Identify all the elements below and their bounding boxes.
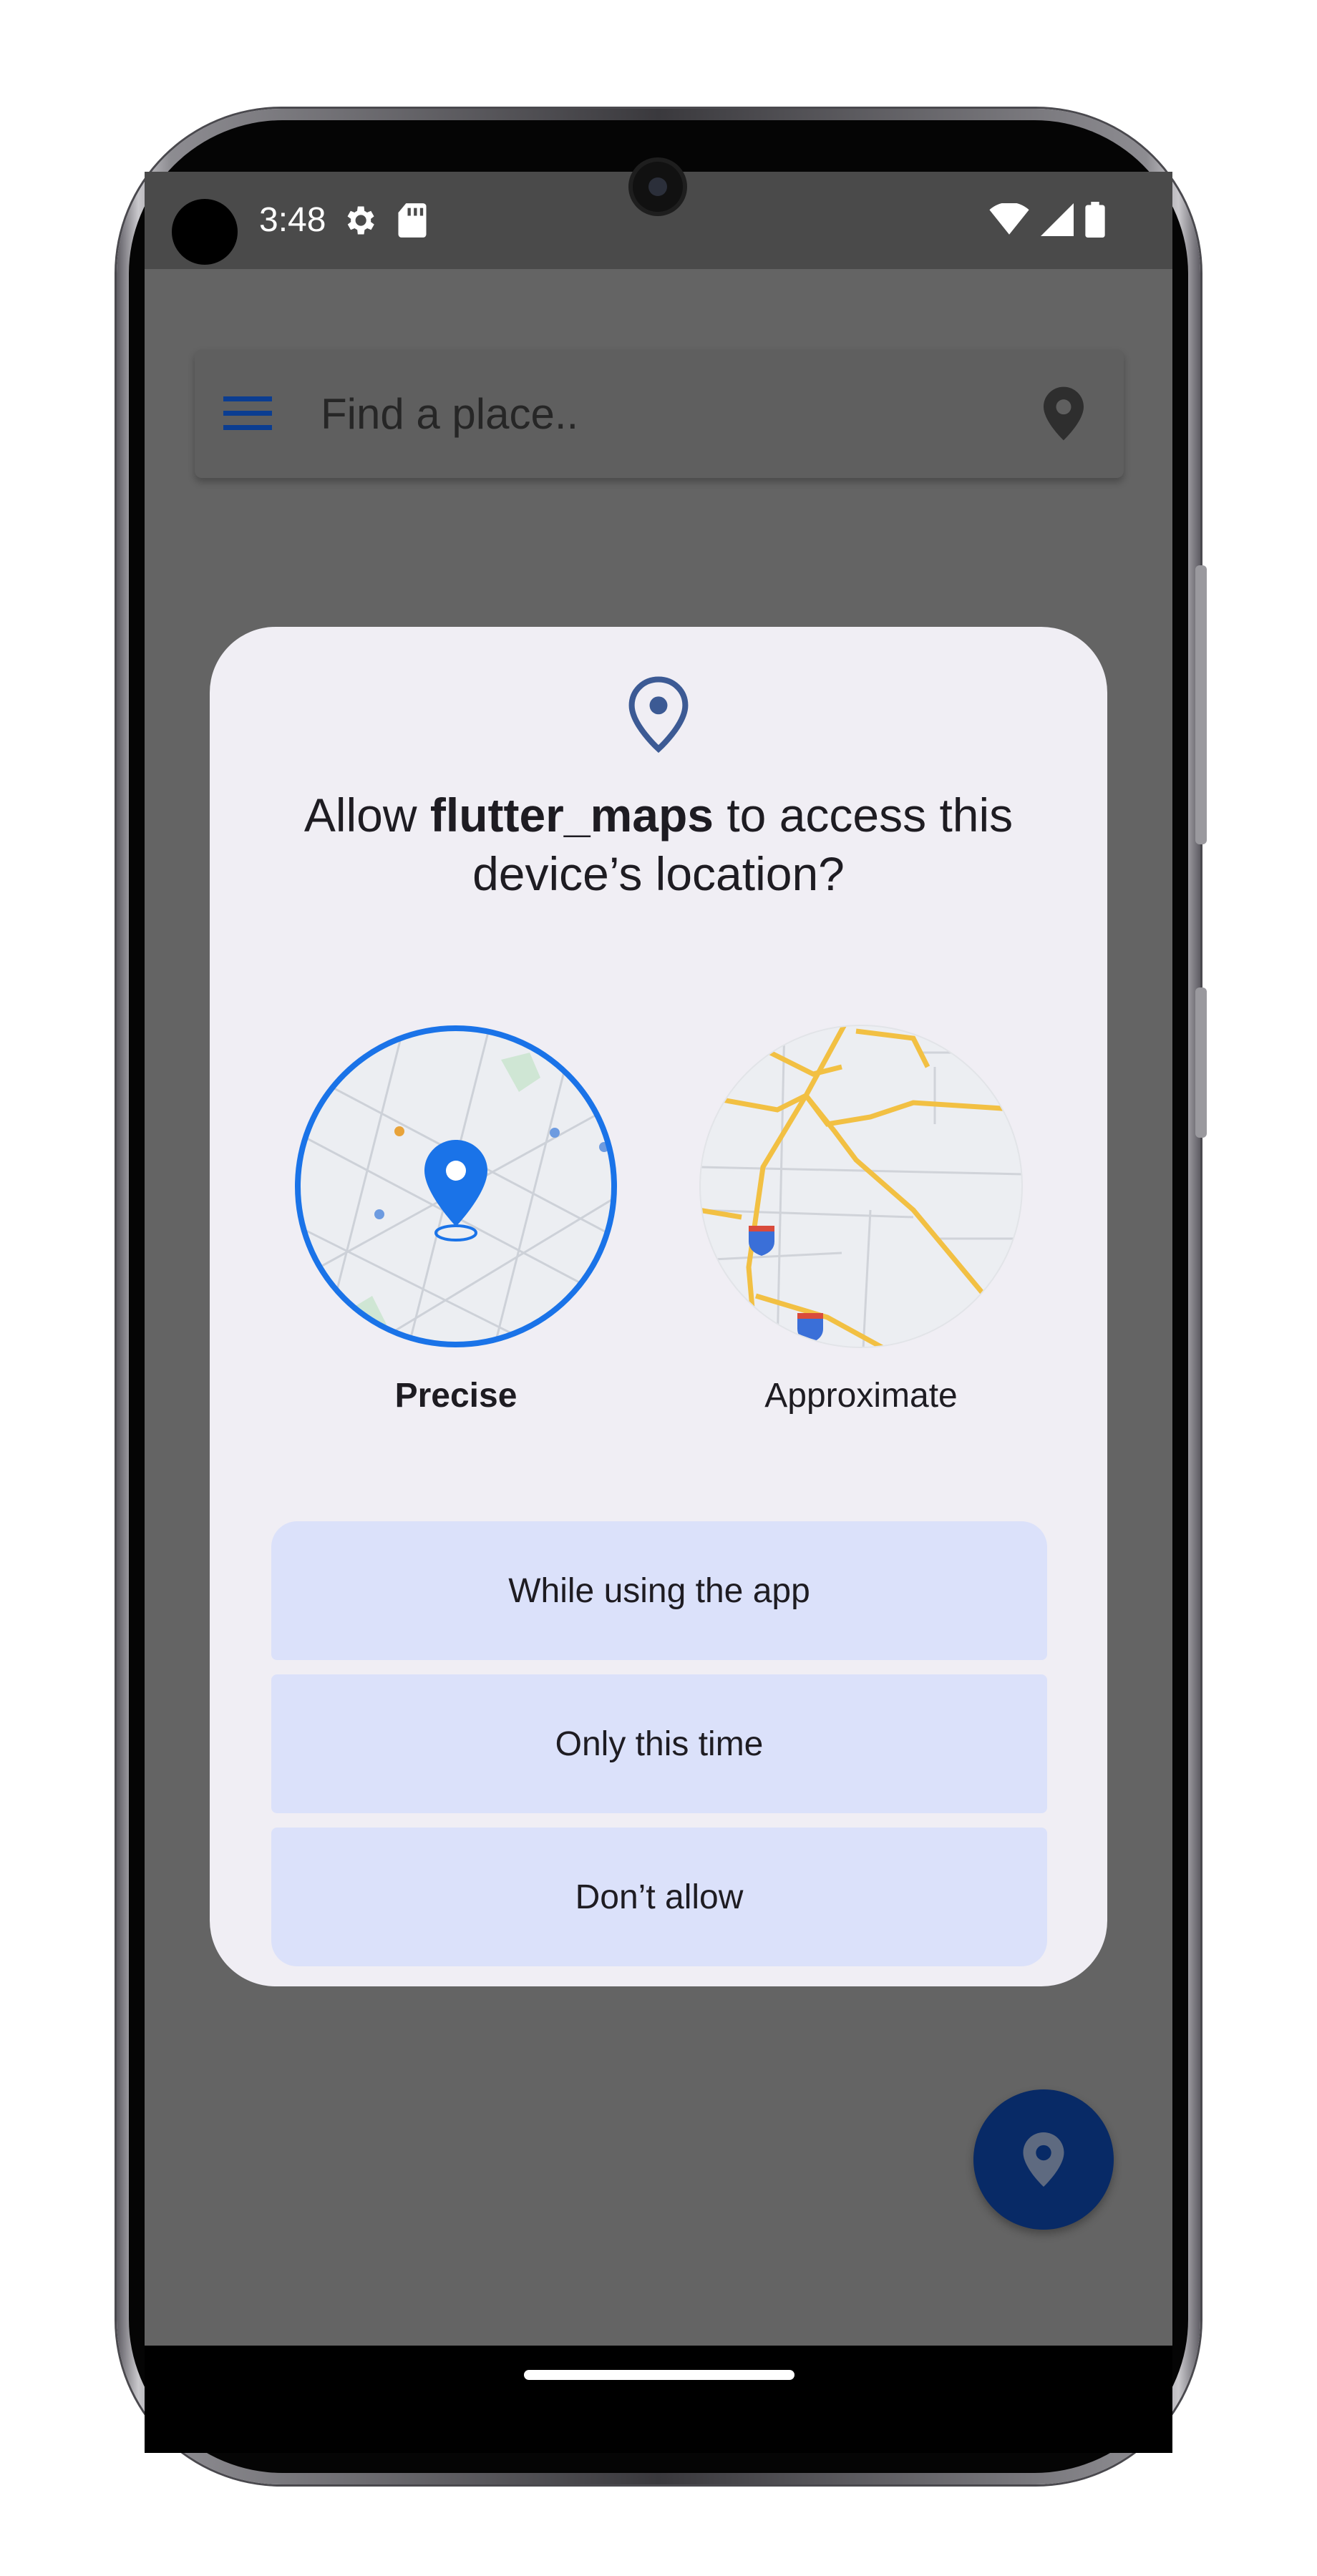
search-input[interactable] xyxy=(321,386,965,441)
dont-allow-button[interactable]: Don’t allow xyxy=(271,1828,1047,1966)
approximate-map-icon xyxy=(699,1025,1023,1348)
status-left-icons xyxy=(341,202,428,243)
approximate-label: Approximate xyxy=(764,1377,958,1415)
precise-map-icon xyxy=(295,1025,617,1347)
location-pin-icon xyxy=(1023,2132,1064,2187)
menu-icon[interactable] xyxy=(223,394,272,437)
battery-icon xyxy=(1085,202,1105,241)
location-permission-dialog: Allow flutter_maps to access this device… xyxy=(210,627,1107,1986)
volume-button xyxy=(1195,987,1207,1138)
precise-label: Precise xyxy=(394,1377,517,1415)
precise-option[interactable]: Precise xyxy=(293,1024,618,1415)
front-camera xyxy=(633,162,683,212)
status-time: 3:48 xyxy=(259,201,326,239)
settings-icon xyxy=(341,202,378,243)
screen-cutout xyxy=(172,199,238,265)
my-location-fab[interactable] xyxy=(973,2089,1114,2230)
only-this-time-button[interactable]: Only this time xyxy=(271,1674,1047,1813)
location-pin-icon[interactable] xyxy=(1044,386,1084,444)
while-using-app-button[interactable]: While using the app xyxy=(271,1521,1047,1660)
search-bar[interactable] xyxy=(195,349,1124,478)
status-right-icons xyxy=(989,202,1105,241)
home-gesture-handle[interactable] xyxy=(524,2370,794,2380)
cellular-signal-icon xyxy=(1041,203,1074,240)
title-prefix: Allow xyxy=(303,789,430,841)
power-button xyxy=(1195,565,1207,844)
approximate-option[interactable]: Approximate xyxy=(699,1024,1024,1415)
app-name: flutter_maps xyxy=(429,789,714,841)
location-pin-outline-icon xyxy=(627,675,690,758)
sd-card-icon xyxy=(397,202,428,243)
dialog-title: Allow flutter_maps to access this device… xyxy=(253,786,1064,903)
wifi-icon xyxy=(989,202,1029,240)
navigation-bar xyxy=(145,2346,1172,2453)
